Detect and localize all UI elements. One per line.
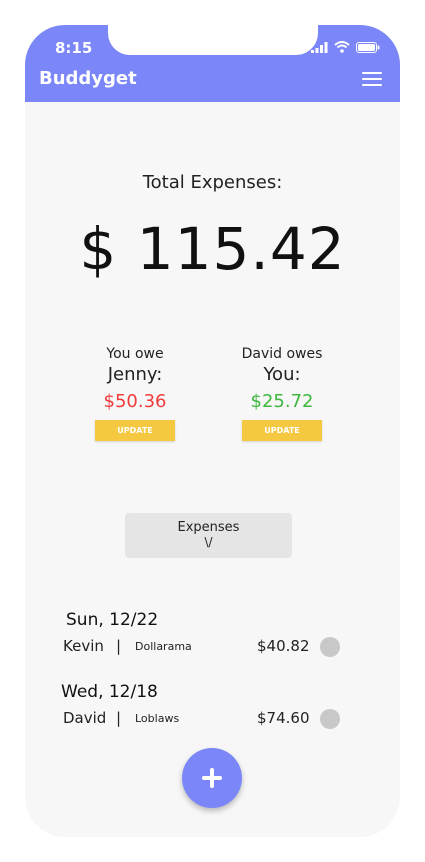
phone-frame: 8:15 Buddyget Total Expenses: $ 115.42 Y… (25, 25, 400, 837)
status-time: 8:15 (55, 39, 93, 57)
total-expenses-amount: $ 115.42 (79, 215, 346, 283)
balance-label: You owe (106, 346, 164, 362)
expense-status-dot[interactable] (320, 709, 340, 729)
expense-store: Dollarama (135, 640, 192, 653)
signal-icon (311, 41, 328, 53)
expense-separator: | (116, 637, 122, 655)
expenses-toggle-button[interactable]: Expenses \/ (125, 513, 292, 558)
balance-you-owe: You owe Jenny: $50.36 UPDATE (65, 346, 205, 441)
expense-date: Sun, 12/22 (66, 610, 159, 630)
expense-status-dot[interactable] (320, 637, 340, 657)
expenses-toggle-label: Expenses (177, 520, 240, 535)
expense-separator: | (116, 709, 122, 727)
update-button[interactable]: UPDATE (95, 420, 175, 441)
status-icons (311, 41, 380, 53)
balance-amount: $50.36 (103, 391, 167, 412)
update-button[interactable]: UPDATE (242, 420, 322, 441)
expense-row[interactable]: David | Loblaws $74.60 (63, 709, 343, 731)
total-expenses-label: Total Expenses: (142, 172, 283, 193)
expense-price: $40.82 (257, 637, 310, 655)
device-notch (108, 25, 318, 55)
expense-person: Kevin (63, 637, 104, 655)
chevron-down-icon: \/ (204, 535, 213, 549)
add-expense-button[interactable] (182, 748, 242, 808)
balance-person: You: (263, 364, 301, 385)
expense-person: David (63, 709, 107, 727)
wifi-icon (334, 41, 350, 53)
expense-date: Wed, 12/18 (61, 682, 158, 702)
balance-amount: $25.72 (250, 391, 314, 412)
battery-icon (356, 41, 380, 53)
balance-owes-you: David owes You: $25.72 UPDATE (212, 346, 352, 441)
app-title: Buddyget (39, 68, 137, 89)
balance-person: Jenny: (107, 364, 163, 385)
expense-store: Loblaws (135, 712, 180, 725)
hamburger-menu-icon[interactable] (362, 72, 382, 87)
expense-row[interactable]: Kevin | Dollarama $40.82 (63, 637, 343, 659)
balance-label: David owes (241, 346, 323, 362)
expense-price: $74.60 (257, 709, 310, 727)
app-header: 8:15 Buddyget (25, 25, 400, 102)
